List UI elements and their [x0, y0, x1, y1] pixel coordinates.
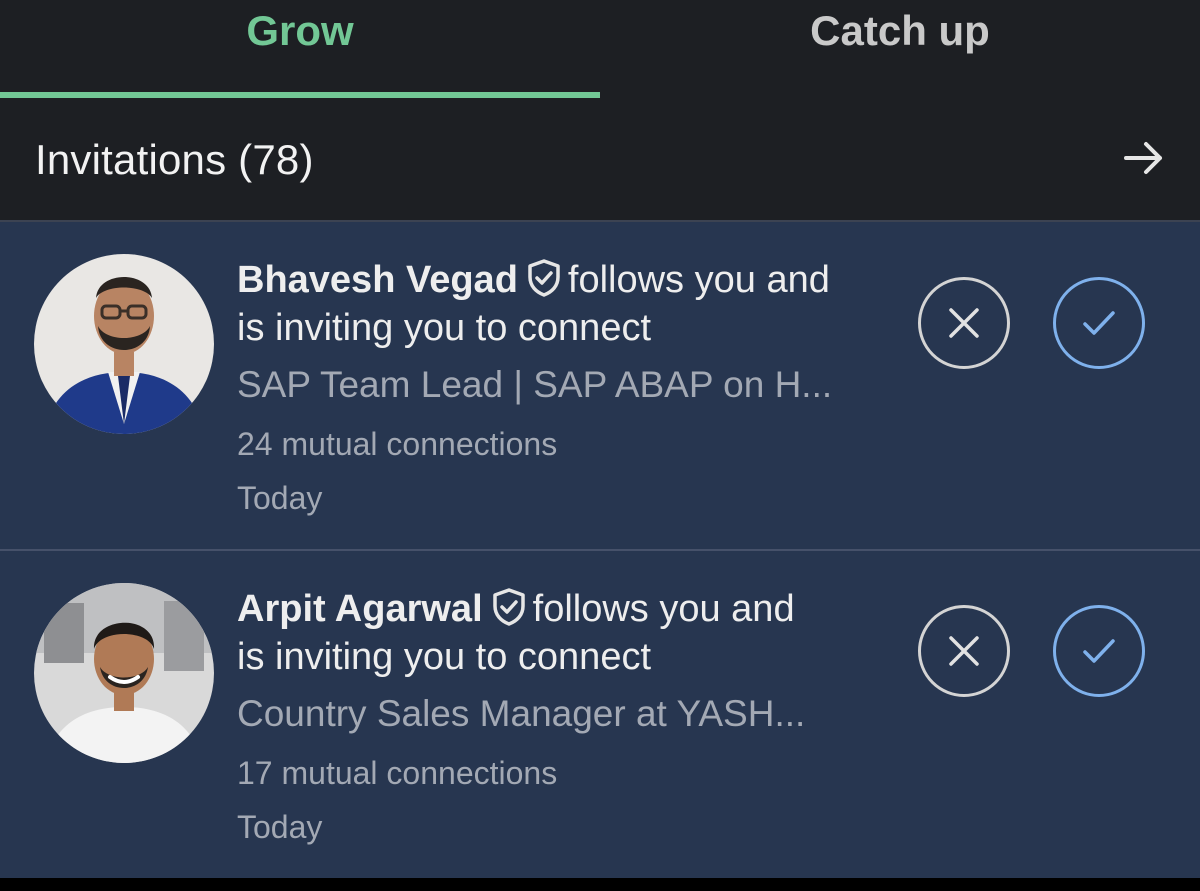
checkmark-icon — [1083, 311, 1115, 335]
invitation-card[interactable]: Arpit Agarwal follows you and is inviting… — [0, 551, 1200, 878]
invitation-text[interactable]: Bhavesh Vegad follows you and is inviting… — [237, 256, 917, 352]
verified-shield-icon — [524, 258, 564, 298]
invitation-action-text: follows you and — [567, 259, 830, 301]
close-icon — [949, 308, 979, 338]
mutual-connections[interactable]: 24 mutual connections — [237, 426, 557, 463]
invitation-action-text: follows you and — [532, 588, 795, 630]
sender-headline: Country Sales Manager at YASH... — [237, 693, 806, 734]
invitation-card[interactable]: Bhavesh Vegad follows you and is inviting… — [0, 222, 1200, 549]
invitation-action-text-2: is inviting you to connect — [237, 307, 652, 349]
tab-bar: Grow Catch up — [0, 0, 1200, 98]
invitation-action-text-2: is inviting you to connect — [237, 636, 652, 678]
invitations-title: Invitations (78) — [35, 136, 314, 183]
invitations-header: Invitations (78) — [0, 98, 1200, 222]
arrow-right-icon[interactable] — [1122, 138, 1166, 178]
accept-button[interactable] — [1053, 277, 1145, 369]
bottom-edge — [0, 878, 1200, 891]
ignore-button[interactable] — [918, 605, 1010, 697]
sender-name[interactable]: Bhavesh Vegad — [237, 259, 518, 301]
invitation-text[interactable]: Arpit Agarwal follows you and is inviting… — [237, 585, 917, 681]
invitation-time: Today — [237, 809, 323, 845]
avatar[interactable] — [34, 254, 214, 434]
avatar[interactable] — [34, 583, 214, 763]
mutual-connections[interactable]: 17 mutual connections — [237, 755, 557, 792]
ignore-button[interactable] — [918, 277, 1010, 369]
checkmark-icon — [1083, 639, 1115, 663]
close-icon — [949, 636, 979, 666]
tab-catch-up[interactable]: Catch up — [600, 0, 1200, 98]
accept-button[interactable] — [1053, 605, 1145, 697]
sender-headline: SAP Team Lead | SAP ABAP on H... — [237, 364, 833, 405]
verified-shield-icon — [489, 587, 529, 627]
invitation-time: Today — [237, 480, 323, 516]
sender-name[interactable]: Arpit Agarwal — [237, 588, 483, 630]
tab-grow[interactable]: Grow — [0, 0, 600, 98]
